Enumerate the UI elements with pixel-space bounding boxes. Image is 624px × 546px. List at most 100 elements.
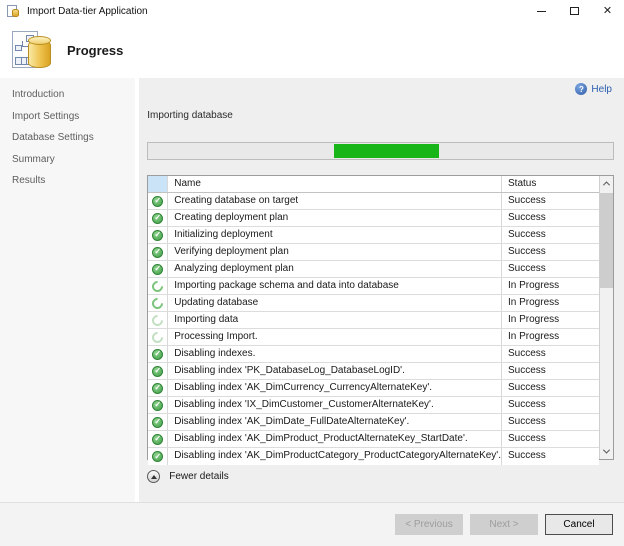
table-row[interactable]: Updating databaseIn Progress	[148, 295, 599, 312]
task-status: Success	[502, 261, 599, 277]
task-name: Importing data	[168, 312, 502, 328]
vertical-scrollbar[interactable]	[599, 176, 613, 459]
row-icon-cell	[148, 329, 168, 345]
success-icon: ✓	[152, 349, 163, 360]
row-icon-cell: ✓	[148, 363, 168, 379]
sidebar-item-import-settings[interactable]: Import Settings	[0, 106, 135, 128]
titlebar: Import Data-tier Application ✕	[0, 0, 624, 22]
status-column-header[interactable]: Status	[502, 176, 599, 192]
task-status: Success	[502, 363, 599, 379]
task-name: Creating deployment plan	[168, 210, 502, 226]
row-icon-cell: ✓	[148, 431, 168, 447]
success-icon: ✓	[152, 451, 163, 462]
row-icon-cell: ✓	[148, 261, 168, 277]
success-icon: ✓	[152, 383, 163, 394]
progress-bar-segment	[334, 144, 439, 158]
row-icon-cell	[148, 312, 168, 328]
success-icon: ✓	[152, 417, 163, 428]
row-icon-cell: ✓	[148, 346, 168, 362]
in-progress-spinner-icon	[150, 278, 166, 294]
arrow-up-icon	[151, 475, 157, 479]
table-row[interactable]: ✓Creating database on targetSuccess	[148, 193, 599, 210]
previous-button[interactable]: < Previous	[395, 514, 463, 535]
main-panel: ? Help Importing database Name Status ✓C…	[139, 78, 624, 502]
table-row[interactable]: Importing dataIn Progress	[148, 312, 599, 329]
minimize-button[interactable]	[525, 0, 558, 22]
task-status: Success	[502, 414, 599, 430]
task-name: Disabling indexes.	[168, 346, 502, 362]
task-name: Analyzing deployment plan	[168, 261, 502, 277]
task-status: In Progress	[502, 295, 599, 311]
table-row[interactable]: ✓ Analyzing deployment planSuccess	[148, 261, 599, 278]
wizard-steps-sidebar: IntroductionImport SettingsDatabase Sett…	[0, 78, 135, 502]
data-tier-application-icon	[11, 29, 53, 71]
next-button[interactable]: Next >	[470, 514, 538, 535]
table-row[interactable]: ✓ Initializing deploymentSuccess	[148, 227, 599, 244]
table-row[interactable]: ✓ Disabling index 'IX_DimCustomer_Custome…	[148, 397, 599, 414]
table-row[interactable]: ✓Disabling index 'AK_DimCurrency_Currenc…	[148, 380, 599, 397]
footer-button-bar: < Previous Next > Cancel	[0, 502, 624, 546]
task-status: In Progress	[502, 312, 599, 328]
success-icon: ✓	[152, 230, 163, 241]
table-row[interactable]: Processing Import.In Progress	[148, 329, 599, 346]
row-icon-cell: ✓	[148, 210, 168, 226]
maximize-button[interactable]	[558, 0, 591, 22]
table-body: ✓Creating database on targetSuccess✓Crea…	[148, 193, 599, 465]
scroll-up-button[interactable]	[600, 176, 613, 191]
scrollbar-thumb[interactable]	[600, 193, 613, 288]
task-status: Success	[502, 244, 599, 260]
row-icon-cell: ✓	[148, 414, 168, 430]
table-row[interactable]: ✓Creating deployment planSuccess	[148, 210, 599, 227]
table-row[interactable]: ✓ Disabling index 'AK_DimProduct_ProductA…	[148, 431, 599, 448]
task-name: Disabling index 'AK_DimProductCategory_P…	[168, 448, 502, 465]
row-icon-cell	[148, 278, 168, 294]
task-status: In Progress	[502, 278, 599, 294]
task-name: Importing package schema and data into d…	[168, 278, 502, 294]
task-status: Success	[502, 397, 599, 413]
table-row[interactable]: ✓ Disabling index 'AK_DimDate_FullDateAlt…	[148, 414, 599, 431]
row-icon-cell	[148, 295, 168, 311]
cancel-button[interactable]: Cancel	[545, 514, 613, 535]
task-status: Success	[502, 346, 599, 362]
table-row[interactable]: Importing package schema and data into d…	[148, 278, 599, 295]
in-progress-spinner-icon	[150, 312, 166, 328]
task-status: Success	[502, 431, 599, 447]
content-area: IntroductionImport SettingsDatabase Sett…	[0, 78, 624, 502]
task-name: Verifying deployment plan	[168, 244, 502, 260]
table-row[interactable]: ✓ Disabling index 'AK_DimProductCategory_…	[148, 448, 599, 465]
page-title: Progress	[67, 43, 123, 58]
task-status: In Progress	[502, 329, 599, 345]
help-label: Help	[591, 84, 612, 95]
sidebar-item-summary[interactable]: Summary	[0, 149, 135, 171]
sidebar-item-introduction[interactable]: Introduction	[0, 84, 135, 106]
maximize-icon	[570, 7, 579, 15]
table-row[interactable]: ✓Verifying deployment planSuccess	[148, 244, 599, 261]
app-icon	[7, 5, 20, 18]
help-link[interactable]: ? Help	[575, 83, 612, 95]
sidebar-item-results[interactable]: Results	[0, 170, 135, 192]
table-row[interactable]: ✓Disabling index 'PK_DatabaseLog_Databas…	[148, 363, 599, 380]
row-icon-cell: ✓	[148, 193, 168, 209]
sidebar-item-database-settings[interactable]: Database Settings	[0, 127, 135, 149]
success-icon: ✓	[152, 264, 163, 275]
row-icon-cell: ✓	[148, 397, 168, 413]
name-column-header[interactable]: Name	[168, 176, 502, 192]
scroll-down-button[interactable]	[600, 444, 613, 459]
fewer-details-toggle[interactable]: Fewer details	[147, 470, 267, 483]
progress-task-table: Name Status ✓Creating database on target…	[147, 175, 614, 460]
table-row[interactable]: ✓ Disabling indexes.Success	[148, 346, 599, 363]
task-status: Success	[502, 193, 599, 209]
close-button[interactable]: ✕	[591, 0, 624, 22]
success-icon: ✓	[152, 400, 163, 411]
task-status: Success	[502, 227, 599, 243]
task-name: Disabling index 'IX_DimCustomer_Customer…	[168, 397, 502, 413]
task-name: Disabling index 'AK_DimDate_FullDateAlte…	[168, 414, 502, 430]
progress-bar	[147, 142, 614, 160]
table-header: Name Status	[148, 176, 599, 193]
minimize-icon	[537, 11, 546, 12]
scrollbar-track[interactable]	[600, 288, 613, 444]
success-icon: ✓	[152, 434, 163, 445]
icon-column-header	[148, 176, 168, 192]
task-name: Initializing deployment	[168, 227, 502, 243]
task-name: Disabling index 'AK_DimProduct_ProductAl…	[168, 431, 502, 447]
